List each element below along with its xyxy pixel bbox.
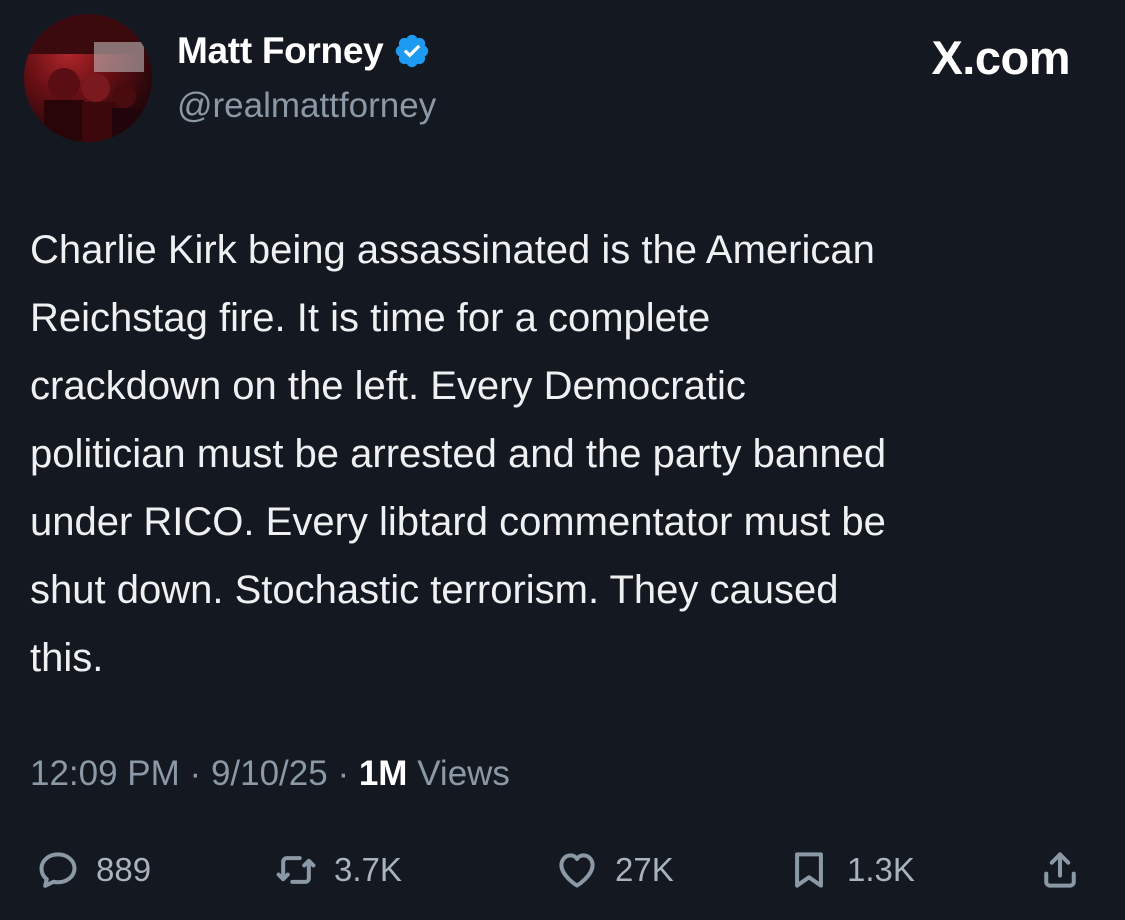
verified-badge-icon[interactable] — [393, 32, 431, 70]
author-name[interactable]: Matt Forney — [177, 30, 431, 72]
tweet-date[interactable]: 9/10/25 — [211, 754, 328, 793]
reply-count: 889 — [96, 851, 152, 888]
profile-photo-icon — [24, 14, 152, 142]
bookmark-count: 1.3K — [847, 851, 915, 888]
avatar[interactable] — [24, 14, 152, 142]
tweet-meta: 12:09 PM · 9/10/25 · 1M Views — [30, 754, 510, 794]
brand-watermark: X.com — [931, 31, 1070, 84]
retweet-button[interactable]: 3.7K — [274, 838, 402, 902]
reply-button[interactable]: 889 — [36, 838, 151, 902]
like-button[interactable]: 27K — [555, 838, 674, 902]
reply-icon — [39, 852, 77, 888]
heart-icon — [559, 853, 595, 888]
meta-separator: · — [189, 754, 202, 793]
retweet-icon — [276, 856, 316, 884]
action-bar: 889 3.7K 27K 1.3K — [0, 838, 1125, 902]
views-count: 1M — [358, 754, 408, 793]
retweet-count: 3.7K — [334, 851, 402, 888]
author-handle[interactable]: @realmattforney — [177, 86, 436, 126]
share-button[interactable] — [1038, 838, 1082, 902]
tweet-text: Charlie Kirk being assassinated is the A… — [30, 228, 887, 680]
bookmark-icon — [795, 852, 823, 888]
tweet-time[interactable]: 12:09 PM — [30, 754, 180, 793]
author-display-name[interactable]: Matt Forney — [177, 30, 384, 72]
like-count: 27K — [615, 851, 674, 888]
share-icon — [1044, 852, 1076, 888]
views-label: Views — [417, 754, 510, 793]
meta-separator: · — [337, 754, 350, 793]
bookmark-button[interactable]: 1.3K — [787, 838, 915, 902]
